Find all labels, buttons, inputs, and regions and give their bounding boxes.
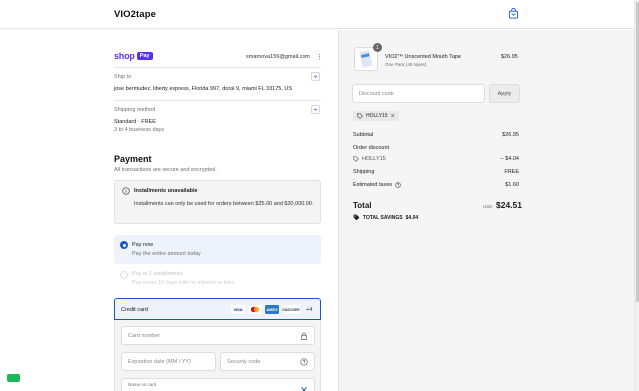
total-savings: TOTAL SAVINGS $4.04	[353, 214, 418, 221]
security-code-field[interactable]	[220, 352, 315, 371]
total-value: $24.51	[496, 200, 522, 210]
tag-icon	[353, 156, 359, 162]
discount-code-input[interactable]	[353, 85, 484, 102]
product-name: VIO2™ Unscented Mouth Tape	[385, 54, 462, 60]
installments-radio	[120, 271, 128, 279]
shipping-eta: 3 to 4 business days	[114, 127, 165, 133]
shop-pay-logo: shop Pay	[114, 51, 153, 61]
card-number-field[interactable]	[121, 326, 315, 345]
installments-notice: Installments unavailable Installments ca…	[114, 180, 321, 224]
subtotal-label: Subtotal	[353, 132, 374, 138]
card-number-input[interactable]	[122, 327, 314, 344]
pay-in-installments-option: Pay in 2 installments Pay every 15 days …	[114, 266, 321, 292]
help-icon[interactable]	[395, 182, 401, 188]
shipping-value: FREE	[504, 169, 519, 175]
divider	[114, 67, 321, 68]
taxes-value: $1.60	[505, 182, 519, 188]
help-icon[interactable]	[300, 358, 308, 366]
store-logo[interactable]: VIO2tape	[114, 9, 156, 20]
pay-now-radio[interactable]	[120, 241, 128, 249]
checkout-header: VIO2tape	[0, 0, 634, 29]
page-scrollbar[interactable]	[634, 0, 639, 391]
order-discount-label: Order discount	[353, 145, 390, 151]
lock-icon	[301, 332, 307, 340]
applied-code: HOLLY15	[366, 113, 388, 119]
info-icon	[122, 187, 130, 195]
remove-discount-close-icon[interactable]: ×	[391, 113, 395, 120]
product-variant: One Pack (48 tapes)	[385, 62, 427, 67]
shopping-bag-icon[interactable]	[508, 8, 519, 19]
name-on-card-label: Name on card	[128, 382, 157, 387]
apply-button[interactable]: Apply	[489, 84, 520, 103]
total-currency: USD	[483, 204, 493, 209]
tag-icon	[353, 214, 360, 221]
ship-to-label: Ship to	[114, 74, 132, 80]
shipping-method-chevron-down-icon[interactable]	[311, 105, 320, 114]
ship-to-address: jose bermudez, liberty express, Florida …	[114, 86, 293, 92]
card-brands: VISA AMEX DISCOVER +4	[231, 305, 312, 314]
chat-widget-button[interactable]	[7, 374, 20, 382]
tag-icon	[357, 113, 363, 119]
credit-card-option[interactable]: Credit card VISA AMEX DISCOVER +4	[114, 298, 321, 320]
shop-word: shop	[114, 51, 135, 61]
payment-subtitle: All transactions are secure and encrypte…	[114, 167, 217, 173]
taxes-label: Estimated taxes	[353, 182, 393, 188]
mastercard-icon	[248, 305, 262, 314]
order-discount-value: – $4.04	[500, 156, 519, 162]
applied-discount-chip: HOLLY15 ×	[353, 111, 399, 121]
expiry-input[interactable]	[122, 353, 215, 370]
pay-now-title: Pay now	[132, 242, 154, 248]
notice-body: Installments can only be used for orders…	[134, 201, 314, 207]
expiry-field[interactable]	[121, 352, 216, 371]
payment-title: Payment	[114, 154, 152, 164]
discover-icon: DISCOVER	[282, 305, 300, 314]
credit-card-label: Credit card	[121, 307, 148, 313]
savings-value: $4.04	[405, 214, 419, 221]
pay-badge: Pay	[136, 52, 153, 60]
installments-title: Pay in 2 installments	[132, 271, 183, 277]
taxes-row: Estimated taxes	[353, 182, 401, 188]
total-label: Total	[353, 201, 372, 210]
shipping-method-value: Standard · FREE	[114, 119, 156, 125]
order-discount-code: HOLLY15	[362, 156, 386, 162]
visa-icon: VISA	[231, 305, 245, 314]
pay-now-option[interactable]: Pay now Pay the entire amount today	[114, 235, 321, 264]
shipping-method-label: Shipping method	[114, 107, 156, 113]
credit-card-form: Name on card	[114, 320, 321, 391]
account-email: smarnova159@gmail.com	[246, 54, 310, 60]
shipping-label: Shipping	[353, 169, 375, 175]
close-icon[interactable]	[300, 386, 308, 391]
quantity-badge: 1	[373, 43, 382, 52]
amex-icon: AMEX	[265, 305, 279, 314]
product-image-icon	[359, 50, 373, 68]
name-on-card-field[interactable]: Name on card	[121, 378, 315, 391]
product-price: $26.95	[501, 54, 518, 60]
order-discount-code-row: HOLLY15	[353, 156, 386, 162]
pay-now-subtitle: Pay the entire amount today	[132, 251, 201, 257]
divider	[114, 100, 321, 101]
more-brands-count: +4	[306, 306, 313, 313]
notice-title: Installments unavailable	[134, 188, 198, 194]
ship-to-chevron-down-icon[interactable]	[311, 72, 320, 81]
discount-code-field[interactable]	[352, 84, 485, 103]
account-menu-icon[interactable]: ⋮	[316, 53, 323, 61]
savings-label: TOTAL SAVINGS	[363, 214, 403, 221]
subtotal-value: $26.95	[502, 132, 519, 138]
installments-subtitle: Pay every 15 days with no interest or fe…	[132, 280, 235, 286]
